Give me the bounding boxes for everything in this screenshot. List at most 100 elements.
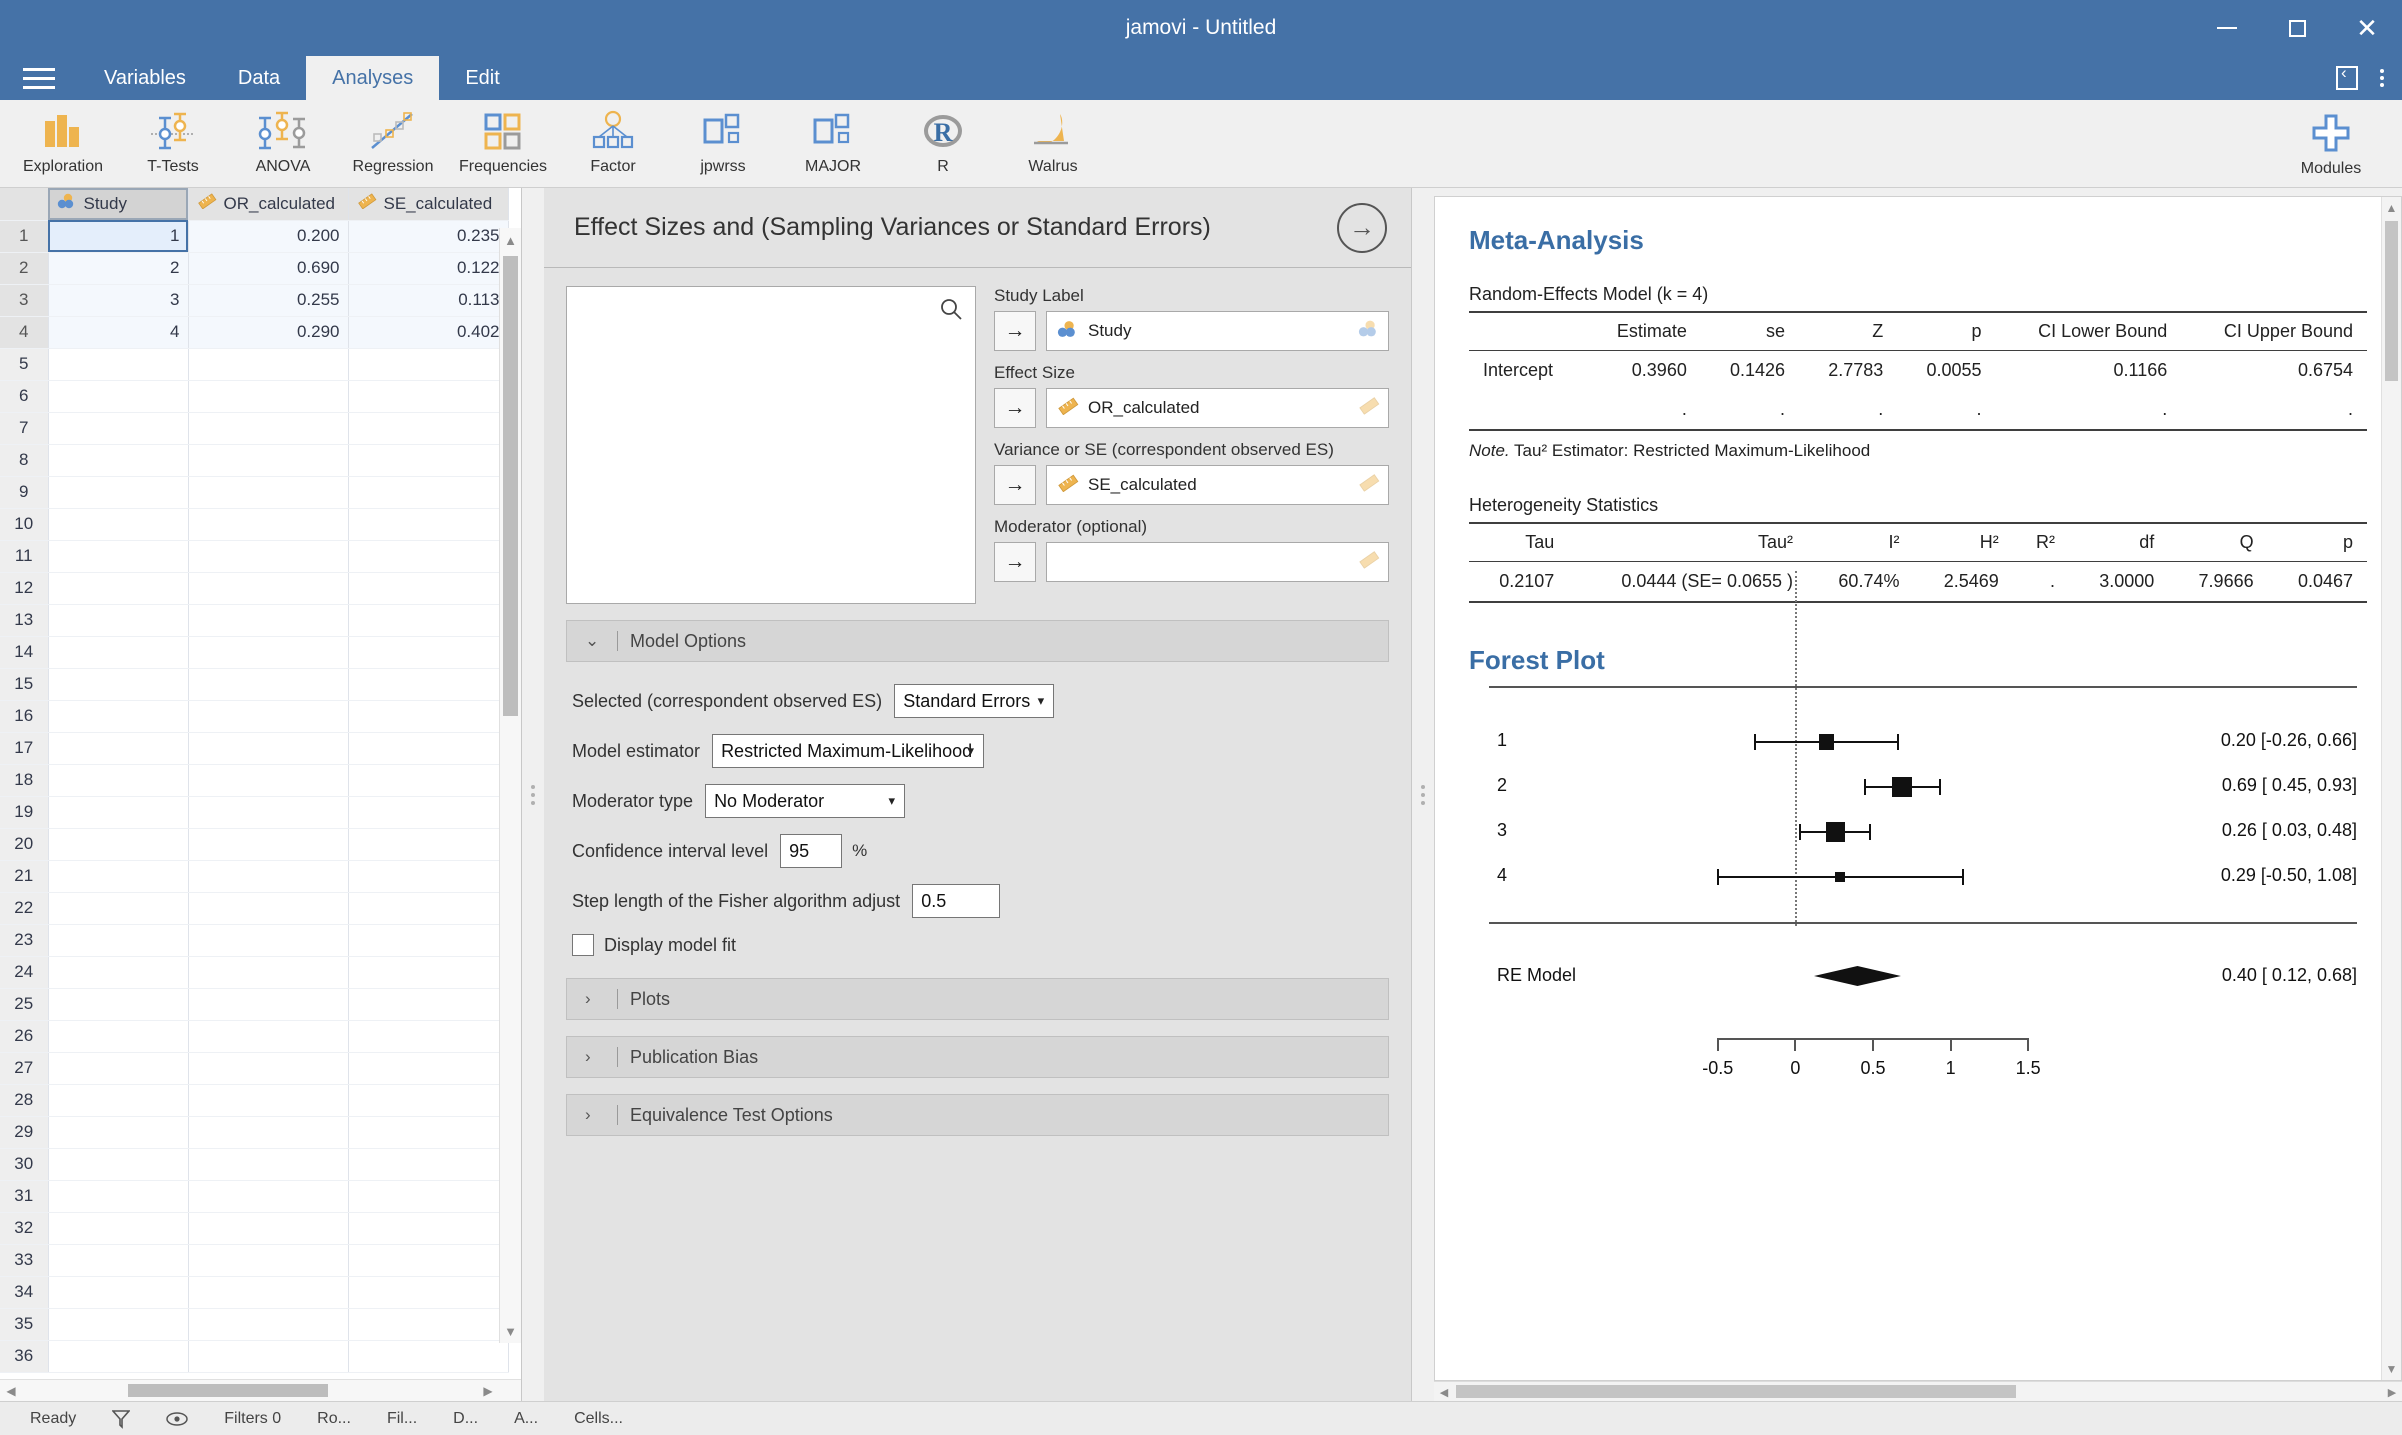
selected-es-select[interactable]: Standard Errors ▾ (894, 684, 1055, 718)
scroll-down-icon[interactable]: ▼ (2382, 1358, 2401, 1380)
cell-empty[interactable] (48, 444, 189, 477)
row-number[interactable]: 20 (0, 828, 49, 861)
table-row[interactable]: 31 (0, 1180, 521, 1213)
cell-empty[interactable] (348, 348, 509, 381)
row-number[interactable]: 34 (0, 1276, 49, 1309)
row-number[interactable]: 12 (0, 572, 49, 605)
row-number[interactable]: 33 (0, 1244, 49, 1277)
cell-empty[interactable] (48, 412, 189, 445)
table-row[interactable]: 12 (0, 572, 521, 605)
table-row[interactable]: 36 (0, 1340, 521, 1373)
display-model-fit-checkbox[interactable] (572, 934, 594, 956)
cell-empty[interactable] (188, 636, 349, 669)
table-row[interactable]: 16 (0, 700, 521, 733)
cell-empty[interactable] (48, 700, 189, 733)
moderator-dropzone[interactable] (1046, 542, 1389, 582)
section-publication-bias[interactable]: › Publication Bias (566, 1036, 1389, 1078)
section-model-options[interactable]: ⌄ Model Options (566, 620, 1389, 662)
cell-empty[interactable] (188, 1308, 349, 1341)
cell-empty[interactable] (348, 1020, 509, 1053)
close-button[interactable]: ✕ (2332, 0, 2402, 56)
cell-empty[interactable] (348, 700, 509, 733)
section-equivalence-test-options[interactable]: › Equivalence Test Options (566, 1094, 1389, 1136)
table-row[interactable]: 14 (0, 636, 521, 669)
table-row[interactable]: 9 (0, 476, 521, 509)
row-number[interactable]: 14 (0, 636, 49, 669)
table-row[interactable]: 15 (0, 668, 521, 701)
ribbon-major[interactable]: MAJOR (778, 102, 888, 186)
cell-empty[interactable] (188, 828, 349, 861)
cell-empty[interactable] (48, 540, 189, 573)
cell-or[interactable]: 0.290 (188, 316, 349, 349)
model-estimator-select[interactable]: Restricted Maximum-Likelihood ▾ (712, 734, 985, 768)
ci-level-input[interactable]: 95 (780, 834, 843, 868)
table-row[interactable]: 19 (0, 796, 521, 829)
cell-empty[interactable] (188, 1020, 349, 1053)
assign-arrow-button[interactable]: → (994, 542, 1036, 582)
cell-empty[interactable] (188, 1180, 349, 1213)
scroll-left-icon[interactable]: ◀ (1434, 1382, 1454, 1402)
tab-data[interactable]: Data (212, 56, 306, 100)
table-row[interactable]: 3 3 0.255 0.113 (0, 284, 521, 317)
row-number[interactable]: 31 (0, 1180, 49, 1213)
cell-study[interactable]: 1 (48, 220, 189, 253)
tab-variables[interactable]: Variables (78, 56, 212, 100)
filter-icon[interactable] (94, 1409, 148, 1429)
tab-edit[interactable]: Edit (439, 56, 525, 100)
table-row[interactable]: 1 1 0.200 0.235 (0, 220, 521, 253)
cell-empty[interactable] (348, 828, 509, 861)
cell-empty[interactable] (48, 1052, 189, 1085)
moderator-type-select[interactable]: No Moderator ▾ (705, 784, 906, 818)
row-number[interactable]: 21 (0, 860, 49, 893)
scroll-thumb[interactable] (1456, 1385, 2016, 1398)
scroll-right-icon[interactable]: ▶ (477, 1380, 499, 1402)
cell-empty[interactable] (188, 860, 349, 893)
row-number[interactable]: 13 (0, 604, 49, 637)
cell-empty[interactable] (188, 348, 349, 381)
cell-empty[interactable] (48, 796, 189, 829)
cell-empty[interactable] (348, 1052, 509, 1085)
cell-empty[interactable] (188, 604, 349, 637)
table-row[interactable]: 27 (0, 1052, 521, 1085)
cell-empty[interactable] (348, 1276, 509, 1309)
effect-size-dropzone[interactable]: OR_calculated (1046, 388, 1389, 428)
spreadsheet-vertical-scrollbar[interactable]: ▲ ▼ (499, 228, 521, 1343)
table-row[interactable]: 8 (0, 444, 521, 477)
row-number[interactable]: 8 (0, 444, 49, 477)
hide-options-button[interactable]: → (1337, 202, 1387, 253)
cell-empty[interactable] (348, 892, 509, 925)
cell-empty[interactable] (48, 892, 189, 925)
cell-empty[interactable] (48, 476, 189, 509)
menu-icon[interactable] (0, 56, 78, 100)
row-number[interactable]: 5 (0, 348, 49, 381)
modules-button[interactable]: Modules (2276, 104, 2386, 188)
row-number[interactable]: 16 (0, 700, 49, 733)
cell-empty[interactable] (188, 1116, 349, 1149)
scroll-thumb[interactable] (128, 1384, 328, 1397)
cell-se[interactable]: 0.122 (348, 252, 509, 285)
ribbon-frequencies[interactable]: Frequencies (448, 102, 558, 186)
cell-empty[interactable] (348, 1340, 509, 1373)
row-number[interactable]: 25 (0, 988, 49, 1021)
cell-empty[interactable] (188, 476, 349, 509)
cell-empty[interactable] (348, 1244, 509, 1277)
row-number[interactable]: 7 (0, 412, 49, 445)
status-added[interactable]: A... (496, 1410, 556, 1428)
table-row[interactable]: 25 (0, 988, 521, 1021)
cell-empty[interactable] (48, 764, 189, 797)
cell-empty[interactable] (348, 956, 509, 989)
status-rows[interactable]: Ro... (299, 1410, 369, 1428)
table-row[interactable]: 24 (0, 956, 521, 989)
table-row[interactable]: 2 2 0.690 0.122 (0, 252, 521, 285)
scroll-up-icon[interactable]: ▲ (2382, 197, 2401, 219)
cell-empty[interactable] (348, 860, 509, 893)
table-row[interactable]: 10 (0, 508, 521, 541)
search-icon[interactable] (939, 297, 963, 321)
cell-empty[interactable] (48, 1084, 189, 1117)
assign-arrow-button[interactable]: → (994, 311, 1036, 351)
status-filters-count[interactable]: Filters 0 (206, 1410, 299, 1428)
cell-empty[interactable] (48, 668, 189, 701)
scroll-right-icon[interactable]: ▶ (2382, 1382, 2402, 1402)
table-row[interactable]: 34 (0, 1276, 521, 1309)
results-horizontal-scrollbar[interactable]: ◀ ▶ (1434, 1381, 2402, 1401)
